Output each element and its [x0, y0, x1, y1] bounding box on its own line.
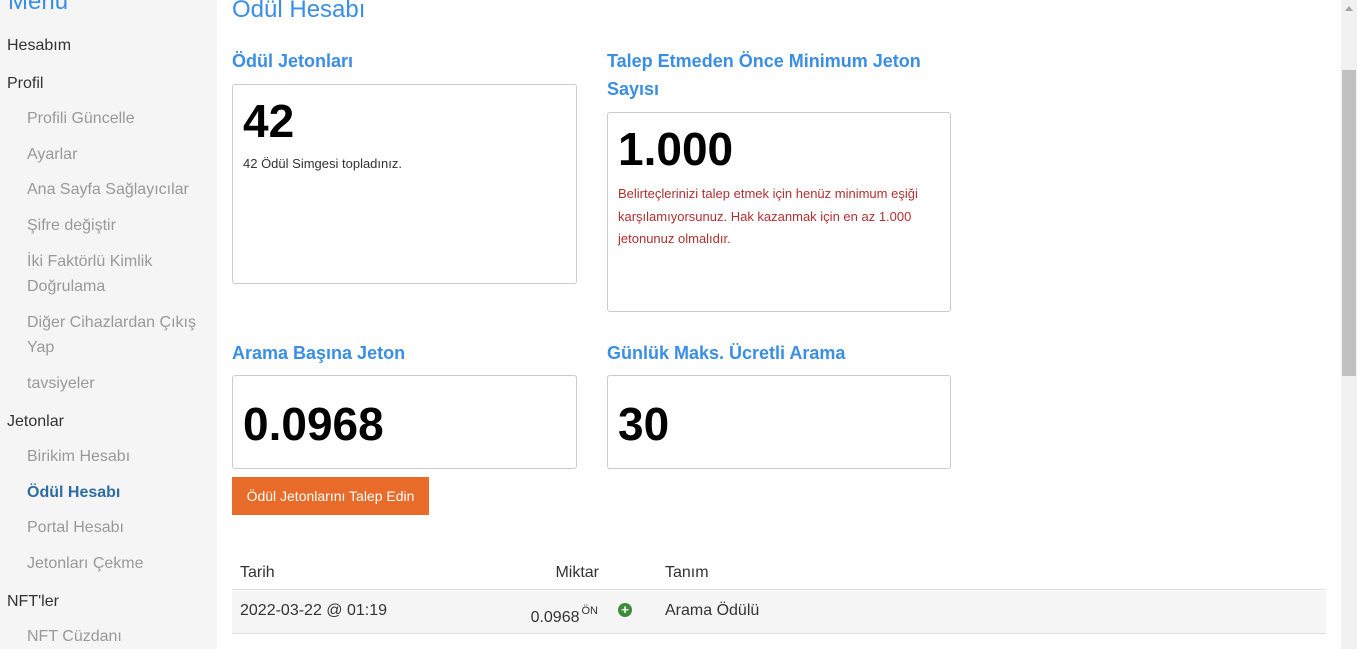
- header-amount: Miktar: [555, 564, 599, 581]
- plus-circle-icon: +: [618, 603, 632, 617]
- row-date: 2022-03-22 @ 01:19: [240, 602, 388, 619]
- sidebar-item-ayarlar[interactable]: Ayarlar: [27, 142, 207, 167]
- reward-tokens-value: 42: [243, 95, 295, 147]
- sidebar-item-nftler[interactable]: NFT'ler: [7, 589, 59, 614]
- sidebar-item-nft-cuzdani[interactable]: NFT Cüzdanı: [27, 624, 207, 649]
- sidebar-item-cikis-yap[interactable]: Diğer Cihazlardan Çıkış Yap: [27, 310, 207, 360]
- table-row: [232, 634, 1326, 649]
- sidebar: Menu Hesabım Profil Profili Güncelle Aya…: [0, 0, 217, 649]
- sidebar-item-sifre-degistir[interactable]: Şifre değiştir: [27, 213, 207, 238]
- table-header: Tarih Miktar Tanım: [232, 553, 1326, 590]
- per-search-title: Arama Başına Jeton: [232, 343, 406, 363]
- page-title: Ödül Hesabı: [232, 0, 366, 23]
- row-amount: 0.0968 ÖN: [531, 591, 598, 638]
- row-amount-unit: ÖN: [581, 605, 599, 617]
- sidebar-item-tavsiyeler[interactable]: tavsiyeler: [27, 371, 207, 396]
- claim-tokens-button[interactable]: Ödül Jetonlarını Talep Edin: [232, 477, 429, 515]
- sidebar-item-birikim-hesabi[interactable]: Birikim Hesabı: [27, 444, 207, 469]
- sidebar-item-profili-guncelle[interactable]: Profili Güncelle: [27, 106, 207, 131]
- main-content: Ödül Hesabı Ödül Jetonları 42 42 Ödül Si…: [217, 0, 1341, 649]
- sidebar-item-jetonlari-cekme[interactable]: Jetonları Çekme: [27, 551, 207, 576]
- app-window: Menu Hesabım Profil Profili Güncelle Aya…: [0, 0, 1357, 649]
- min-tokens-warning: Belirteçlerinizi talep etmek için henüz …: [618, 186, 918, 246]
- sidebar-item-ana-sayfa-saglayicilar[interactable]: Ana Sayfa Sağlayıcılar: [27, 177, 207, 202]
- daily-max-value: 30: [618, 398, 670, 450]
- sidebar-title: Menu: [8, 0, 69, 15]
- sidebar-item-odul-hesabi[interactable]: Ödül Hesabı: [27, 480, 207, 505]
- min-tokens-card: 1.000 Belirteçlerinizi talep etmek için …: [607, 112, 951, 312]
- row-description: Arama Ödülü: [665, 602, 760, 619]
- row-amount-value: 0.0968: [530, 609, 580, 626]
- sidebar-item-jetonlar[interactable]: Jetonlar: [7, 409, 64, 434]
- min-tokens-title: Talep Etmeden Önce Minimum Jeton Sayısı: [607, 51, 921, 99]
- sidebar-item-iki-faktorlu[interactable]: İki Faktörlü Kimlik Doğrulama: [27, 249, 207, 299]
- per-search-card: 0.0968: [232, 375, 577, 469]
- per-search-value: 0.0968: [243, 398, 384, 450]
- reward-tokens-card: 42 42 Ödül Simgesi topladınız.: [232, 84, 577, 284]
- min-tokens-value: 1.000: [618, 123, 734, 175]
- sidebar-item-portal-hesabi[interactable]: Portal Hesabı: [27, 515, 207, 540]
- sidebar-item-profil[interactable]: Profil: [7, 71, 43, 96]
- sidebar-item-hesabim[interactable]: Hesabım: [7, 33, 71, 58]
- reward-tokens-title: Ödül Jetonları: [232, 51, 354, 71]
- header-date: Tarih: [240, 564, 275, 581]
- scrollbar-thumb[interactable]: [1342, 70, 1356, 376]
- reward-tokens-note: 42 Ödül Simgesi topladınız.: [243, 156, 402, 171]
- page-scrollbar[interactable]: [1341, 0, 1357, 649]
- daily-max-card: 30: [607, 375, 951, 469]
- header-description: Tanım: [665, 564, 709, 581]
- daily-max-title: Günlük Maks. Ücretli Arama: [607, 343, 846, 363]
- scroll-up-icon[interactable]: [1345, 6, 1353, 11]
- table-row: 2022-03-22 @ 01:19 0.0968 ÖN + Arama Ödül…: [232, 591, 1326, 634]
